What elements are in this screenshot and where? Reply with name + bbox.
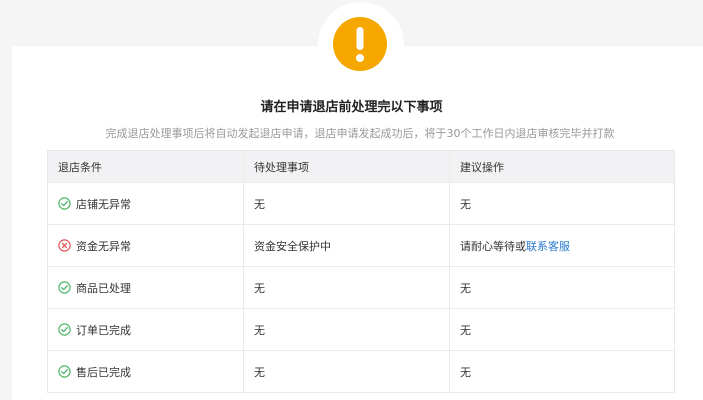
condition-cell: 店铺无异常: [48, 183, 244, 224]
condition-cell: 商品已处理: [48, 267, 244, 308]
dialog-title: 请在申请退店前处理完以下事项: [260, 100, 443, 115]
check-circle-icon: [58, 323, 71, 336]
check-circle-icon: [58, 365, 71, 378]
header-condition: 退店条件: [48, 151, 244, 182]
action-text: 无: [460, 281, 471, 295]
condition-label: 资金无异常: [76, 239, 131, 253]
action-text: 无: [460, 323, 471, 337]
action-cell: 无: [450, 183, 672, 224]
table-header: 退店条件 待处理事项 建议操作: [48, 151, 674, 183]
condition-label: 店铺无异常: [76, 197, 131, 211]
pending-cell: 无: [244, 309, 450, 350]
check-circle-icon: [58, 281, 71, 294]
table-row: 资金无异常 资金安全保护中 请耐心等待或 联系客服: [48, 225, 674, 267]
action-cell: 无: [450, 351, 672, 392]
conditions-table: 退店条件 待处理事项 建议操作 店铺无异常无无资金无异常 资金安全保护中 请耐心等待…: [47, 150, 675, 393]
table-row: 售后已完成 无无: [48, 351, 674, 393]
exclamation-warning-icon: [333, 17, 387, 71]
condition-cell: 订单已完成: [48, 309, 244, 350]
dialog-subtitle: 完成退店处理事项后将自动发起退店申请，退店申请发起成功后，将于30个工作日内退店…: [105, 127, 615, 140]
table-row: 店铺无异常 无无: [48, 183, 674, 225]
condition-label: 商品已处理: [76, 281, 131, 295]
header-pending: 待处理事项: [244, 151, 450, 182]
action-text: 无: [460, 365, 471, 379]
action-text: 请耐心等待或: [460, 239, 526, 253]
action-cell: 无: [450, 309, 672, 350]
header-action: 建议操作: [460, 160, 504, 174]
action-cell: 请耐心等待或 联系客服: [450, 225, 672, 266]
contact-support-link[interactable]: 联系客服: [526, 238, 570, 254]
table-row: 订单已完成 无无: [48, 309, 674, 351]
condition-label: 订单已完成: [76, 323, 131, 337]
pending-cell: 无: [244, 351, 450, 392]
condition-label: 售后已完成: [76, 365, 131, 379]
condition-cell: 资金无异常: [48, 225, 244, 266]
error-circle-icon: [58, 239, 71, 252]
action-text: 无: [460, 197, 471, 211]
table-row: 商品已处理 无无: [48, 267, 674, 309]
pending-cell: 无: [244, 267, 450, 308]
condition-cell: 售后已完成: [48, 351, 244, 392]
pending-cell: 无: [244, 183, 450, 224]
check-circle-icon: [58, 197, 71, 210]
action-cell: 无: [450, 267, 672, 308]
pending-cell: 资金安全保护中: [244, 225, 450, 266]
